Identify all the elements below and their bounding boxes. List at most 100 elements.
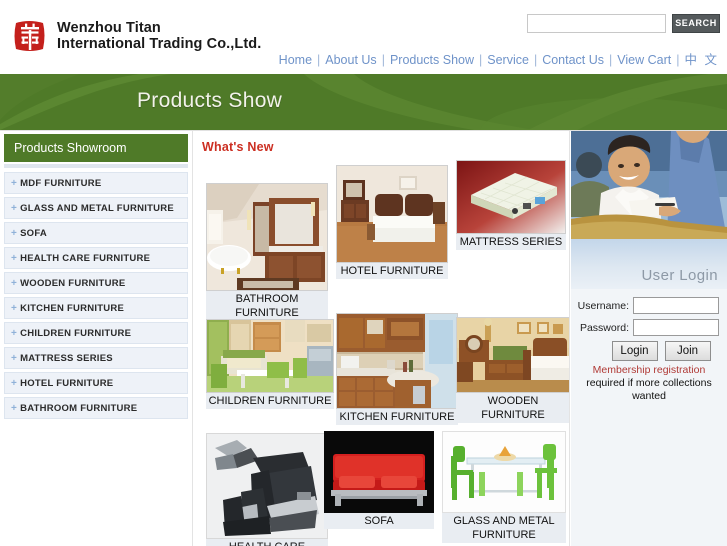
page-title: Products Show: [137, 89, 283, 112]
nav-separator: |: [676, 53, 680, 67]
product-tile-health-care-furniture[interactable]: HEALTH CARE FURNITURE: [206, 433, 328, 546]
sidebar-item-label: BATHROOM FURNITURE: [20, 403, 138, 414]
sidebar-item-mdf-furniture[interactable]: + MDF FURNITURE: [4, 172, 188, 194]
expand-plus-icon: +: [11, 353, 18, 364]
product-label: CHILDREN FURNITURE: [206, 393, 334, 409]
expand-plus-icon: +: [11, 278, 18, 289]
company-name-line1: Wenzhou Titan: [57, 20, 161, 36]
join-button[interactable]: Join: [664, 341, 711, 361]
sidebar-item-label: MATTRESS SERIES: [20, 353, 113, 364]
nav-separator: |: [533, 53, 538, 67]
sidebar-item-label: MDF FURNITURE: [20, 178, 102, 189]
sidebar-item-label: HEALTH CARE FURNITURE: [20, 253, 151, 264]
product-label: WOODEN FURNITURE: [456, 393, 569, 423]
expand-plus-icon: +: [11, 203, 18, 214]
login-buttons: Login Join: [579, 341, 719, 361]
user-login-title: User Login: [641, 267, 718, 284]
login-button[interactable]: Login: [611, 341, 658, 361]
product-tile-glass-and-metal-furniture[interactable]: GLASS AND METAL FURNITURE: [442, 431, 566, 543]
password-input[interactable]: [633, 319, 719, 336]
page-root: Wenzhou Titan International Trading Co.,…: [0, 0, 727, 546]
nav-separator: |: [317, 53, 321, 67]
expand-plus-icon: +: [11, 403, 18, 414]
kitchen-furniture-image: [336, 313, 458, 409]
expand-plus-icon: +: [11, 328, 18, 339]
product-tile-children-furniture[interactable]: CHILDREN FURNITURE: [206, 319, 334, 409]
content-area: Products Showroom + MDF FURNITURE + GLASS …: [0, 131, 727, 546]
sidebar-item-label: GLASS AND METAL FURNITURE: [20, 203, 174, 214]
nav-item-service[interactable]: Service: [487, 53, 529, 67]
company-name-line2: International Trading Co.,Ltd.: [57, 36, 262, 52]
sidebar-item-label: SOFA: [20, 228, 47, 239]
logo-and-company-name[interactable]: Wenzhou Titan International Trading Co.,…: [12, 17, 261, 55]
sidebar-item-label: WOODEN FURNITURE: [20, 278, 126, 289]
product-tile-kitchen-furniture[interactable]: KITCHEN FURNITURE: [336, 313, 458, 425]
expand-plus-icon: +: [11, 178, 18, 189]
sidebar-heading-underbar: [4, 164, 188, 168]
sidebar-item-hotel-furniture[interactable]: + HOTEL FURNITURE: [4, 372, 188, 394]
username-input[interactable]: [633, 297, 719, 314]
right-sidebar: User Login Username: Password: Login Joi…: [571, 131, 727, 546]
bathroom-furniture-image: [206, 183, 328, 291]
sidebar-item-mattress-series[interactable]: + MATTRESS SERIES: [4, 347, 188, 369]
children-furniture-image: [206, 319, 334, 393]
username-row: Username:: [578, 297, 719, 314]
company-seal-logo: [12, 17, 48, 55]
sidebar-item-sofa[interactable]: + SOFA: [4, 222, 188, 244]
search-area: SEARCH: [527, 14, 720, 33]
product-tile-bathroom-furniture[interactable]: BATHROOM FURNITURE: [206, 183, 328, 321]
product-label: MATTRESS SERIES: [456, 234, 566, 250]
banner-swoosh-decoration: [0, 74, 727, 130]
membership-notice-line1: Membership registration: [592, 364, 706, 376]
membership-notice-line3: wanted: [632, 390, 666, 402]
product-tile-hotel-furniture[interactable]: HOTEL FURNITURE: [336, 165, 448, 279]
nav-item-chinese[interactable]: 中 文: [685, 53, 719, 67]
sidebar-item-kitchen-furniture[interactable]: + KITCHEN FURNITURE: [4, 297, 188, 319]
sidebar-heading: Products Showroom: [4, 134, 188, 162]
product-tile-wooden-furniture[interactable]: WOODEN FURNITURE: [456, 317, 569, 423]
sidebar-item-label: CHILDREN FURNITURE: [20, 328, 132, 339]
nav-item-home[interactable]: Home: [279, 53, 312, 67]
expand-plus-icon: +: [11, 253, 18, 264]
expand-plus-icon: +: [11, 303, 18, 314]
nav-separator: |: [479, 53, 483, 67]
nav-item-about-us[interactable]: About Us: [325, 53, 376, 67]
sidebar-item-children-furniture[interactable]: + CHILDREN FURNITURE: [4, 322, 188, 344]
product-tile-sofa[interactable]: SOFA: [324, 431, 434, 529]
password-label: Password:: [579, 321, 629, 334]
product-label: BATHROOM FURNITURE: [206, 291, 328, 321]
health-care-furniture-image: [206, 433, 328, 539]
product-label: HOTEL FURNITURE: [336, 263, 448, 279]
nav-separator: |: [609, 53, 613, 67]
membership-notice: Membership registration required if more…: [579, 364, 719, 403]
product-label: KITCHEN FURNITURE: [336, 409, 458, 425]
top-navigation: Home | About Us | Products Show | Service | Cont…: [279, 49, 719, 68]
password-row: Password:: [579, 319, 719, 336]
expand-plus-icon: +: [11, 228, 18, 239]
glass-and-metal-furniture-image: [442, 431, 566, 513]
nav-separator: |: [381, 53, 385, 67]
mattress-series-image: [456, 160, 566, 234]
search-button[interactable]: SEARCH: [672, 14, 720, 33]
businessmen-handshake-photo: [571, 131, 727, 239]
sidebar-item-bathroom-furniture[interactable]: + BATHROOM FURNITURE: [4, 397, 188, 419]
sofa-image: [324, 431, 434, 513]
search-input[interactable]: [527, 14, 666, 33]
product-tile-mattress-series[interactable]: MATTRESS SERIES: [456, 160, 566, 250]
hotel-furniture-image: [336, 165, 448, 263]
nav-item-view-cart[interactable]: View Cart: [617, 53, 671, 67]
wooden-furniture-image: [456, 317, 569, 393]
product-label: SOFA: [324, 513, 434, 529]
sidebar-item-wooden-furniture[interactable]: + WOODEN FURNITURE: [4, 272, 188, 294]
sidebar-item-glass-and-metal-furniture[interactable]: + GLASS AND METAL FURNITURE: [4, 197, 188, 219]
sidebar-item-health-care-furniture[interactable]: + HEALTH CARE FURNITURE: [4, 247, 188, 269]
main-content: What's New BATHROOM FURNITURE HOTEL FURN…: [194, 131, 570, 546]
expand-plus-icon: +: [11, 378, 18, 389]
sidebar-item-label: HOTEL FURNITURE: [20, 378, 114, 389]
site-header: Wenzhou Titan International Trading Co.,…: [0, 0, 727, 74]
login-form: Username: Password: Login Join Membershi…: [571, 289, 727, 403]
nav-item-products-show[interactable]: Products Show: [390, 53, 474, 67]
page-banner: Products Show: [0, 74, 727, 130]
company-name: Wenzhou Titan International Trading Co.,…: [57, 20, 261, 52]
nav-item-contact-us[interactable]: Contact Us: [542, 53, 604, 67]
